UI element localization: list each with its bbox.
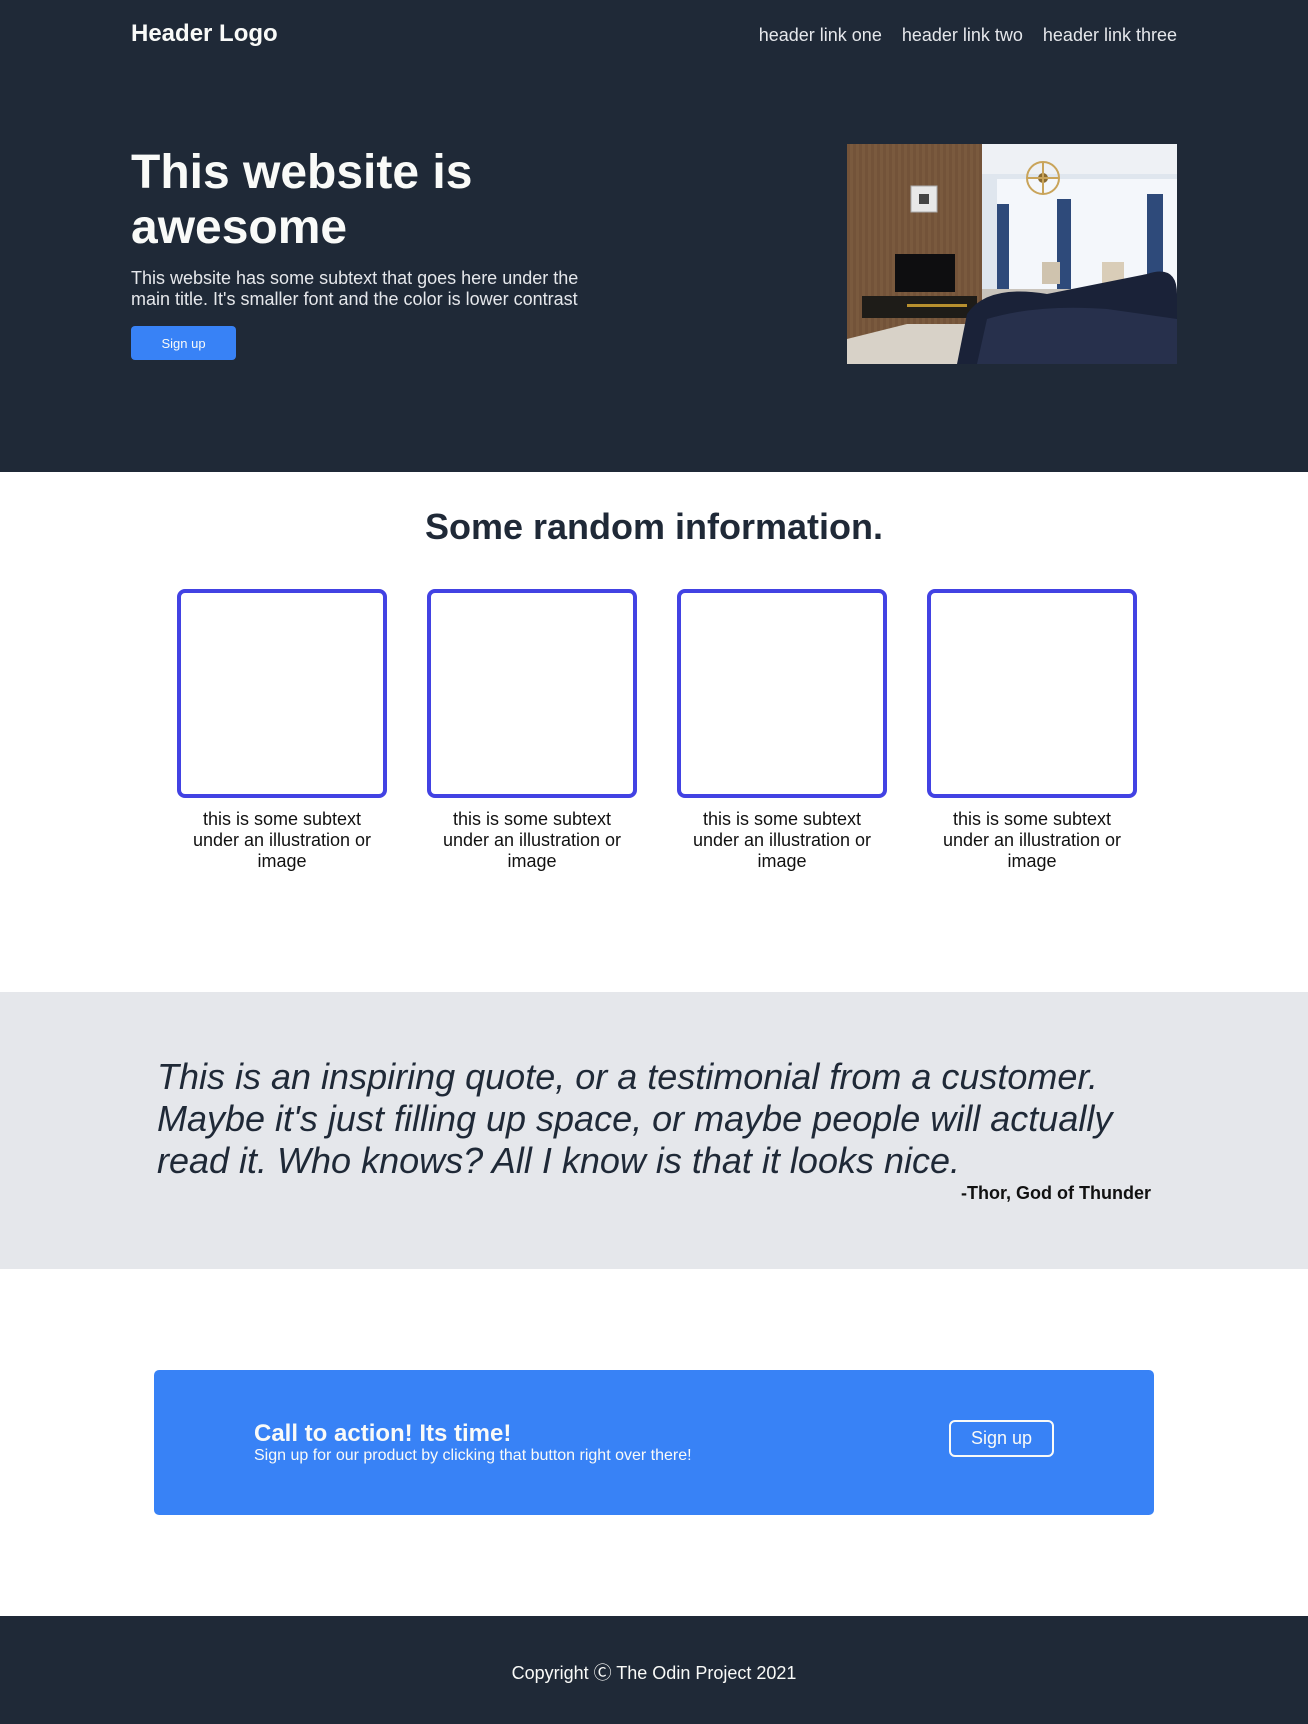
- illustration-placeholder: [677, 589, 887, 798]
- cta-signup-button[interactable]: Sign up: [949, 1420, 1054, 1457]
- hero-image: [847, 144, 1177, 364]
- info-card: this is some subtext under an illustrati…: [426, 589, 638, 872]
- info-card: this is some subtext under an illustrati…: [676, 589, 888, 872]
- info-card: this is some subtext under an illustrati…: [176, 589, 388, 872]
- illustration-placeholder: [927, 589, 1137, 798]
- quote-text: This is an inspiring quote, or a testimo…: [157, 1056, 1113, 1181]
- call-to-action-box: Call to action! Its time! Sign up for ou…: [154, 1370, 1154, 1515]
- info-title: Some random information.: [424, 506, 884, 547]
- hero-section: Header Logo header link one header link …: [0, 0, 1308, 472]
- illustration-placeholder: [177, 589, 387, 798]
- card-subtext: this is some subtext under an illustrati…: [942, 809, 1122, 871]
- header-link-three[interactable]: header link three: [1043, 24, 1177, 46]
- card-subtext: this is some subtext under an illustrati…: [192, 809, 372, 871]
- header-nav: header link one header link two header l…: [759, 24, 1177, 46]
- footer-copyright: Copyright Ⓒ The Odin Project 2021: [511, 1663, 797, 1683]
- footer: Copyright Ⓒ The Odin Project 2021: [0, 1616, 1308, 1724]
- illustration-placeholder: [427, 589, 637, 798]
- info-cards: this is some subtext under an illustrati…: [176, 589, 1138, 872]
- hero-signup-button[interactable]: Sign up: [131, 326, 236, 360]
- header-link-two[interactable]: header link two: [902, 24, 1023, 46]
- hero-subtext: This website has some subtext that goes …: [131, 268, 579, 309]
- cta-subtext: Sign up for our product by clicking that…: [254, 1447, 692, 1464]
- header-link-one[interactable]: header link one: [759, 24, 882, 46]
- card-subtext: this is some subtext under an illustrati…: [442, 809, 622, 871]
- info-card: this is some subtext under an illustrati…: [926, 589, 1138, 872]
- hero-title: This website is awesome: [131, 146, 473, 254]
- cta-title: Call to action! Its time!: [254, 1420, 512, 1447]
- header-logo[interactable]: Header Logo: [131, 20, 278, 48]
- card-subtext: this is some subtext under an illustrati…: [692, 809, 872, 871]
- quote-author: -Thor, God of Thunder: [961, 1183, 1151, 1203]
